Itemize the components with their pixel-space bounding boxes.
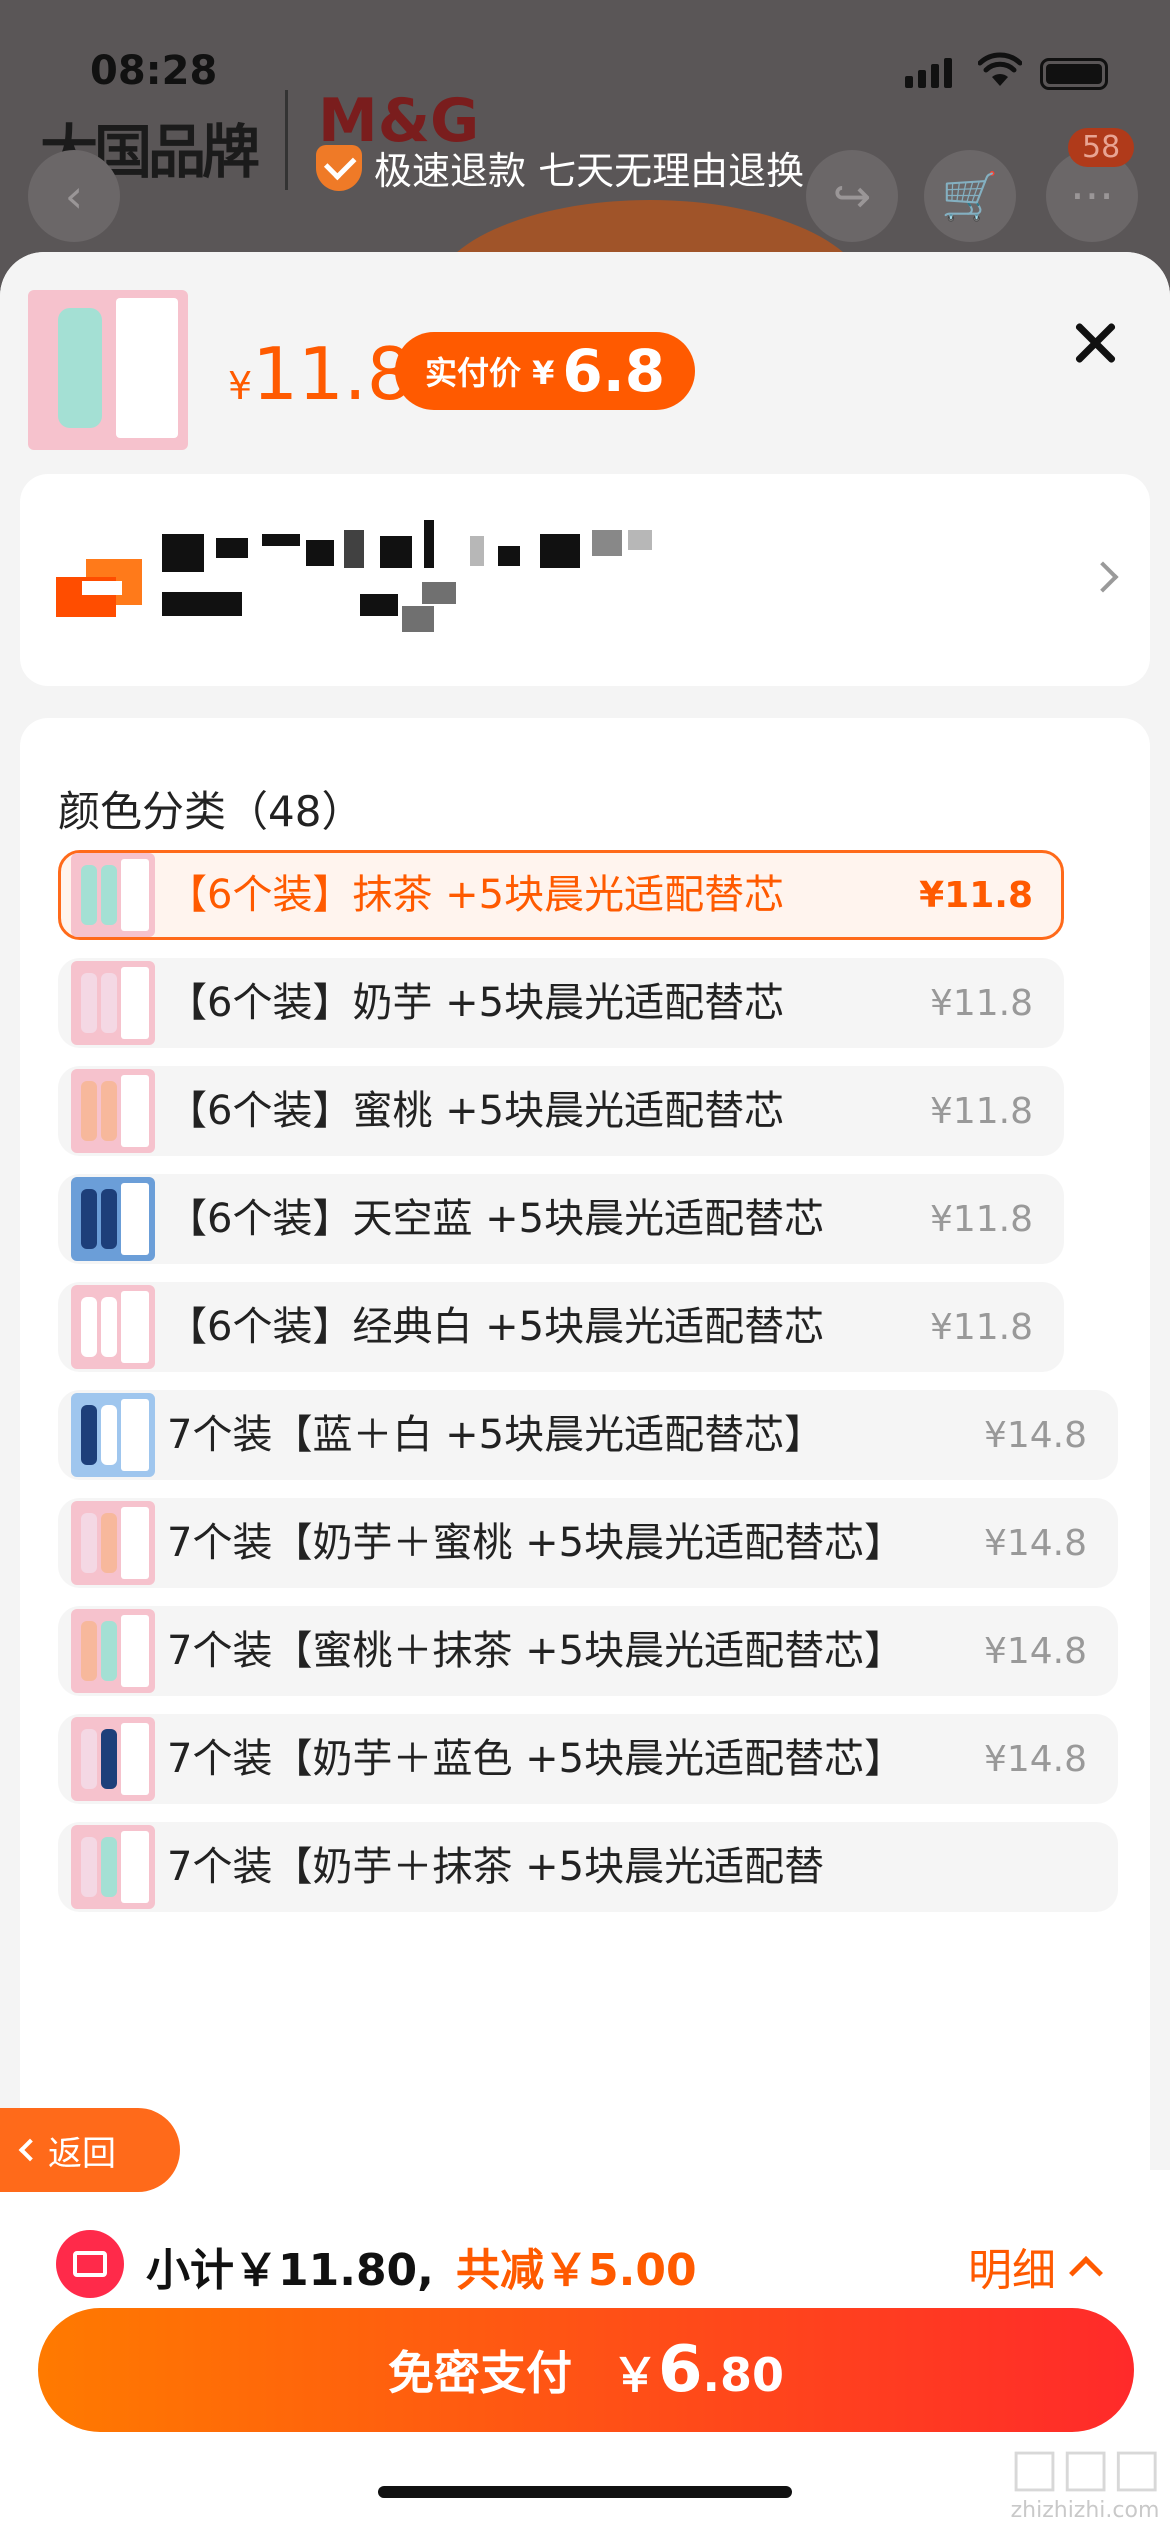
- spec-option-price: ¥11.8: [919, 874, 1033, 916]
- real-price-badge: 实付价 ¥ 6.8: [395, 332, 696, 410]
- spec-option[interactable]: 【6个装】抹茶 +5块晨光适配替芯 ¥11.8: [58, 850, 1064, 940]
- spec-option[interactable]: 7个装【蓝＋白 +5块晨光适配替芯】 ¥14.8: [58, 1390, 1118, 1480]
- spec-option[interactable]: 7个装【蜜桃＋抹茶 +5块晨光适配替芯】 ¥14.8: [58, 1606, 1118, 1696]
- address-card[interactable]: [20, 474, 1150, 686]
- wifi-icon: [978, 52, 1022, 86]
- spec-option-label: 【6个装】奶芋 +5块晨光适配替芯: [167, 980, 785, 1026]
- spec-option-thumbnail: [71, 853, 155, 937]
- pay-label: 免密支付: [387, 2346, 572, 2400]
- spec-option-thumbnail: [71, 1825, 155, 1909]
- cellular-signal-icon: [905, 58, 952, 88]
- watermark-logo: □□□: [1010, 2438, 1164, 2498]
- subtotal-text: 小计￥11.80,: [146, 2245, 434, 2296]
- spec-option-thumbnail: [71, 1717, 155, 1801]
- spec-option-thumbnail: [71, 1177, 155, 1261]
- detail-toggle[interactable]: 明细: [968, 2234, 1103, 2298]
- status-bar: 08:28: [0, 0, 1170, 140]
- spec-option[interactable]: 【6个装】蜜桃 +5块晨光适配替芯 ¥11.8: [58, 1066, 1064, 1156]
- refund-promise: 极速退款 七天无理由退换: [316, 140, 804, 195]
- spec-option-price: ¥11.8: [929, 1090, 1033, 1132]
- spec-option-price: ¥11.8: [929, 1306, 1033, 1348]
- spec-option-price: ¥14.8: [983, 1414, 1087, 1456]
- chevron-up-icon: [1069, 2256, 1103, 2290]
- back-nav-button[interactable]: ‹: [28, 150, 120, 242]
- pay-button[interactable]: 免密支付 ￥6.80: [38, 2308, 1134, 2432]
- chevron-left-icon: [18, 2138, 42, 2162]
- watermark-text: zhizhizhi.com: [1010, 2498, 1160, 2523]
- discount-text: 共减￥5.00: [456, 2245, 697, 2296]
- spec-option-thumbnail: [71, 1285, 155, 1369]
- spec-option-thumbnail: [71, 1501, 155, 1585]
- share-button[interactable]: ↪: [806, 150, 898, 242]
- spec-option-label: 7个装【奶芋＋抹茶 +5块晨光适配替: [167, 1844, 825, 1890]
- spec-option[interactable]: 7个装【奶芋＋抹茶 +5块晨光适配替: [58, 1822, 1118, 1912]
- return-button[interactable]: 返回: [0, 2108, 180, 2192]
- pay-amount: ￥6.80: [611, 2333, 785, 2407]
- coupon-icon: [56, 2230, 124, 2298]
- spec-option-label: 7个装【奶芋＋蓝色 +5块晨光适配替芯】: [167, 1736, 905, 1782]
- spec-option-label: 【6个装】经典白 +5块晨光适配替芯: [167, 1304, 825, 1350]
- spec-option-label: 7个装【奶芋＋蜜桃 +5块晨光适配替芯】: [167, 1520, 905, 1566]
- spec-option-thumbnail: [71, 961, 155, 1045]
- battery-icon: [1040, 58, 1108, 90]
- watermark: □□□ zhizhizhi.com: [1010, 2438, 1164, 2523]
- share-icon: ↪: [832, 169, 872, 223]
- spec-option-price: ¥14.8: [983, 1522, 1087, 1564]
- spec-title: 颜色分类（48）: [58, 787, 364, 836]
- spec-option[interactable]: 7个装【奶芋＋蓝色 +5块晨光适配替芯】 ¥14.8: [58, 1714, 1118, 1804]
- spec-option-price: ¥11.8: [929, 982, 1033, 1024]
- spec-option-thumbnail: [71, 1069, 155, 1153]
- spec-option[interactable]: 【6个装】奶芋 +5块晨光适配替芯 ¥11.8: [58, 958, 1064, 1048]
- chevron-left-icon: ‹: [64, 169, 84, 223]
- cart-icon: 🛒: [941, 168, 999, 223]
- spec-option[interactable]: 【6个装】经典白 +5块晨光适配替芯 ¥11.8: [58, 1282, 1064, 1372]
- spec-option-label: 7个装【蓝＋白 +5块晨光适配替芯】: [167, 1412, 825, 1458]
- more-dots-icon: ···: [1070, 169, 1114, 223]
- product-thumbnail[interactable]: [28, 290, 188, 450]
- close-icon[interactable]: [1070, 317, 1122, 369]
- spec-option-list: 【6个装】抹茶 +5块晨光适配替芯 ¥11.8 【6个装】奶芋 +5块晨光适配替芯 ¥…: [58, 850, 1118, 1930]
- shield-check-icon: [316, 144, 362, 191]
- spec-option-label: 【6个装】抹茶 +5块晨光适配替芯: [167, 872, 785, 918]
- return-label: 返回: [48, 2133, 116, 2174]
- checkout-bar: 小计￥11.80, 共减￥5.00 明细 免密支付 ￥6.80 □□□ zhiz…: [0, 2170, 1170, 2532]
- spec-option-label: 【6个装】天空蓝 +5块晨光适配替芯: [167, 1196, 825, 1242]
- spec-option-label: 7个装【蜜桃＋抹茶 +5块晨光适配替芯】: [167, 1628, 905, 1674]
- spec-option[interactable]: 7个装【奶芋＋蜜桃 +5块晨光适配替芯】 ¥14.8: [58, 1498, 1118, 1588]
- cart-button[interactable]: 🛒: [924, 150, 1016, 242]
- spec-option-price: ¥14.8: [983, 1630, 1087, 1672]
- spec-option-price: ¥14.8: [983, 1738, 1087, 1780]
- location-icon: [56, 559, 142, 619]
- spec-option-thumbnail: [71, 1609, 155, 1693]
- product-price: ¥11.8: [228, 332, 413, 416]
- refund-text: 极速退款 七天无理由退换: [374, 149, 805, 193]
- chevron-right-icon: [1087, 561, 1119, 593]
- status-time: 08:28: [90, 48, 218, 94]
- detail-label: 明细: [968, 2245, 1056, 2296]
- product-summary: ¥11.8 实付价 ¥ 6.8: [0, 252, 1170, 472]
- spec-option-thumbnail: [71, 1393, 155, 1477]
- spec-option[interactable]: 【6个装】天空蓝 +5块晨光适配替芯 ¥11.8: [58, 1174, 1064, 1264]
- spec-option-price: ¥11.8: [929, 1198, 1033, 1240]
- spec-option-label: 【6个装】蜜桃 +5块晨光适配替芯: [167, 1088, 785, 1134]
- home-indicator: [378, 2486, 792, 2498]
